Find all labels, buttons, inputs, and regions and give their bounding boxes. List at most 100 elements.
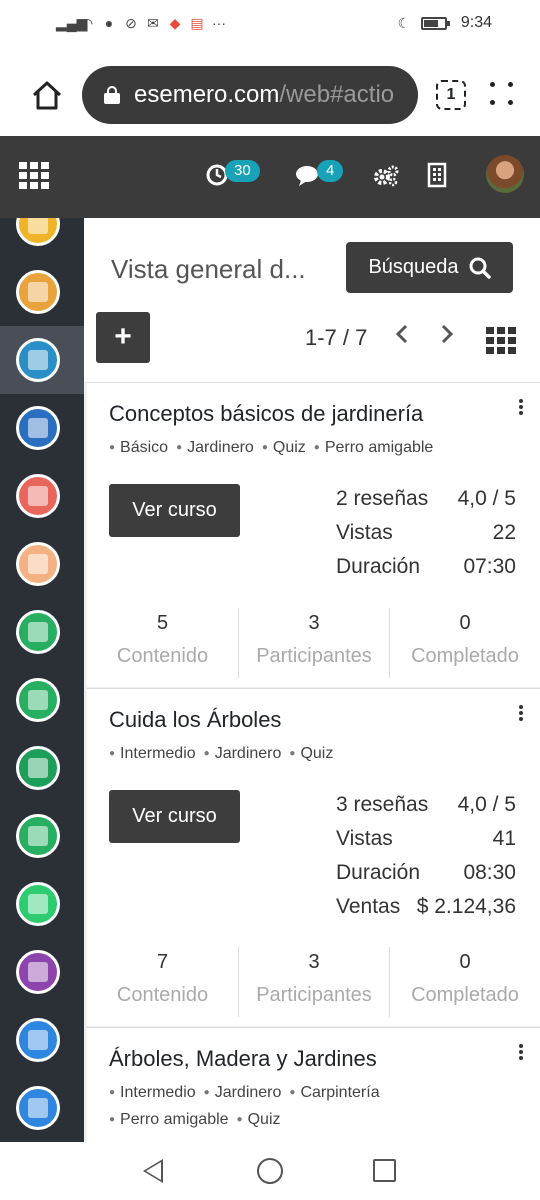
user-avatar[interactable] [486, 155, 524, 193]
website-icon [16, 950, 60, 994]
course-title[interactable]: Árboles, Madera y Jardines [109, 1046, 377, 1072]
course-tag: Quiz [289, 745, 333, 762]
sidebar-app-item[interactable] [0, 258, 84, 326]
sidebar-app-item[interactable] [0, 734, 84, 802]
app-glyph [28, 962, 48, 982]
sidebar-app-item[interactable] [0, 1074, 84, 1142]
back-icon[interactable] [143, 1159, 163, 1183]
card-menu-icon[interactable] [519, 399, 525, 417]
view-course-button[interactable]: Ver curso [109, 790, 240, 843]
search-button[interactable]: Búsqueda [346, 242, 513, 293]
stat-label: Ventas [336, 895, 401, 918]
course-tag: Quiz [262, 439, 306, 456]
counter-number: 7 [156, 951, 169, 973]
counter-number: 3 [308, 612, 320, 634]
search-button-label: Búsqueda [368, 256, 459, 278]
page-title: Vista general d... [111, 254, 306, 284]
settings-icon[interactable] [372, 164, 400, 188]
url-bar[interactable]: esemero.com/web#actio [82, 66, 418, 124]
stat-value: $ 2.124,36 [416, 895, 516, 918]
course-kanban: Conceptos básicos de jardinería Básico Ja… [84, 382, 540, 1142]
app-glyph [28, 826, 48, 846]
delivery-icon [16, 882, 60, 926]
stat-value: 07:30 [463, 555, 516, 578]
sidebar-app-item[interactable] [0, 462, 84, 530]
sidebar-app-item[interactable] [0, 870, 84, 938]
helpdesk-icon [16, 1018, 60, 1062]
course-tag: Intermedio [109, 745, 196, 762]
views-stat: Vistas 41 [336, 827, 516, 851]
pager-value[interactable]: 1-7 / 7 [305, 325, 367, 351]
blocked-icon: ⊘ [125, 15, 137, 31]
sidebar-app-item[interactable] [0, 530, 84, 598]
activity-badge: 30 [225, 160, 260, 182]
sidebar-app-item[interactable] [0, 1006, 84, 1074]
content-counter[interactable]: 7 Contenido [87, 947, 238, 1017]
company-icon[interactable] [427, 162, 447, 188]
counter-label: Participantes [256, 645, 372, 667]
course-tags: Intermedio Jardinero Quiz [109, 745, 341, 763]
course-card[interactable]: Cuida los Árboles Intermedio Jardinero Qui… [87, 688, 540, 1026]
location-icon: ◆ [169, 15, 181, 31]
lock-icon [104, 86, 120, 104]
stat-value: 08:30 [463, 861, 516, 884]
stat-label: 2 reseñas [336, 487, 429, 510]
app-glyph [28, 1030, 48, 1050]
counter-label: Completado [411, 645, 519, 667]
pager-previous-icon[interactable] [394, 322, 410, 346]
browser-menu-icon[interactable] [490, 82, 516, 108]
sidebar-app-item[interactable] [0, 218, 84, 258]
completed-counter[interactable]: 0 Completado [389, 608, 540, 678]
battery-icon [420, 16, 450, 30]
app-sidebar [0, 218, 84, 1142]
create-button[interactable]: + [96, 312, 150, 363]
sidebar-app-item[interactable] [0, 598, 84, 666]
sidebar-app-item[interactable] [0, 802, 84, 870]
content-counter[interactable]: 5 Contenido [87, 608, 238, 678]
payroll-icon [16, 678, 60, 722]
pager-next-icon[interactable] [439, 322, 455, 346]
app-glyph [28, 350, 48, 370]
course-tag: Jardinero [204, 1084, 282, 1101]
recent-apps-icon[interactable] [373, 1159, 396, 1182]
course-title[interactable]: Conceptos básicos de jardinería [109, 401, 423, 427]
sales-stat: Ventas $ 2.124,36 [336, 895, 516, 919]
kanban-view-icon[interactable] [486, 327, 516, 354]
course-tag: Básico [109, 439, 168, 456]
counter-label: Participantes [256, 984, 372, 1006]
card-menu-icon[interactable] [519, 1044, 525, 1062]
home-icon[interactable] [30, 78, 64, 112]
counter-number: 0 [459, 612, 471, 634]
money-icon [16, 474, 60, 518]
course-card[interactable]: Conceptos básicos de jardinería Básico Ja… [87, 382, 540, 687]
course-tag: Jardinero [176, 439, 254, 456]
card-menu-icon[interactable] [519, 705, 525, 723]
course-card[interactable]: Árboles, Madera y Jardines Intermedio Jar… [87, 1027, 540, 1142]
app-glyph [28, 418, 48, 438]
support-icon [16, 814, 60, 858]
sidebar-app-item[interactable] [0, 666, 84, 734]
course-tag: Jardinero [204, 745, 282, 762]
app-glyph [28, 894, 48, 914]
stat-value: 22 [492, 521, 516, 544]
view-course-button[interactable]: Ver curso [109, 484, 240, 537]
sidebar-app-item[interactable] [0, 938, 84, 1006]
app-glyph [28, 1098, 48, 1118]
counter-number: 0 [459, 951, 471, 973]
home-circle-icon[interactable] [257, 1158, 283, 1184]
reviews-stat: 3 reseñas 4,0 / 5 [336, 793, 516, 817]
apps-menu-icon[interactable] [19, 162, 49, 189]
app-glyph [28, 758, 48, 778]
sidebar-app-item[interactable] [0, 394, 84, 462]
duration-stat: Duración 07:30 [336, 555, 516, 579]
checklist-icon [16, 1086, 60, 1130]
counter-label: Contenido [116, 645, 209, 667]
completed-counter[interactable]: 0 Completado [389, 947, 540, 1017]
course-title[interactable]: Cuida los Árboles [109, 707, 281, 733]
app-navbar: 30 4 [0, 136, 540, 218]
course-tags: Perro amigable Quiz [109, 1111, 289, 1129]
sidebar-app-item[interactable] [0, 326, 84, 394]
tabs-button[interactable]: 1 [436, 80, 466, 110]
participants-counter[interactable]: 3 Participantes [238, 947, 389, 1017]
participants-counter[interactable]: 3 Participantes [238, 608, 389, 678]
